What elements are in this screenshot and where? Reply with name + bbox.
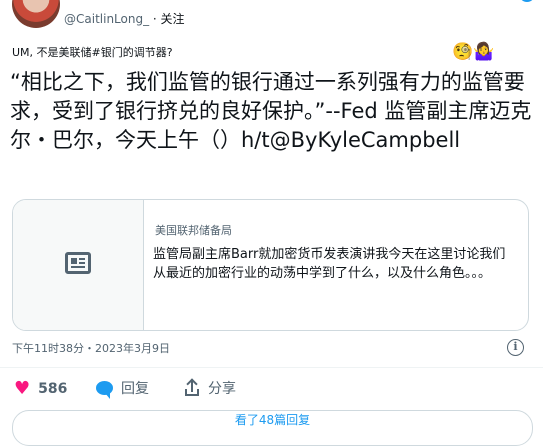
newspaper-icon — [65, 252, 91, 274]
share-button[interactable]: 分享 — [184, 378, 236, 398]
avatar[interactable] — [12, 0, 60, 28]
author-handle[interactable]: @CaitlinLong_ — [64, 12, 149, 26]
follow-link[interactable]: · 关注 — [153, 12, 185, 26]
tweet-text: “相比之下，我们监管的银行通过一系列强有力的监管要求，受到了银行挤兑的良好保护。… — [10, 70, 532, 152]
card-source: 美国联邦储备局 — [155, 224, 232, 237]
share-icon — [184, 378, 200, 396]
card-title: 监管局副主席Barr就加密货币发表演讲我今天在这里讨论我们从最近的加密行业的动荡… — [153, 247, 506, 281]
comment-bubble-icon — [96, 381, 113, 399]
heart-icon: ♥ — [14, 378, 31, 399]
tweet-timestamp[interactable]: 下午11时38分・2023年3月9日 — [12, 340, 170, 356]
info-icon[interactable]: i — [507, 339, 524, 356]
bird-logo-icon — [519, 0, 535, 2]
link-card[interactable]: 美国联邦储备局 监管局副主席Barr就加密货币发表演讲我今天在这里讨论我们从最近… — [12, 199, 529, 331]
like-count: 586 — [38, 380, 68, 397]
reply-label: 回复 — [121, 381, 149, 397]
tweet-preamble: UM, 不是美联储#银门的调节器? — [12, 46, 173, 59]
like-button[interactable]: ♥ 586 — [14, 378, 67, 399]
card-thumbnail — [13, 200, 144, 330]
emoji-reaction: 🧐🤷‍♀️ — [452, 42, 495, 62]
share-label: 分享 — [208, 381, 236, 397]
author-handle-row: @CaitlinLong_ · 关注 — [64, 10, 185, 27]
read-replies-button[interactable]: 看了48篇回复 — [12, 410, 533, 446]
divider — [0, 367, 543, 368]
reply-button[interactable]: 回复 — [96, 378, 149, 399]
